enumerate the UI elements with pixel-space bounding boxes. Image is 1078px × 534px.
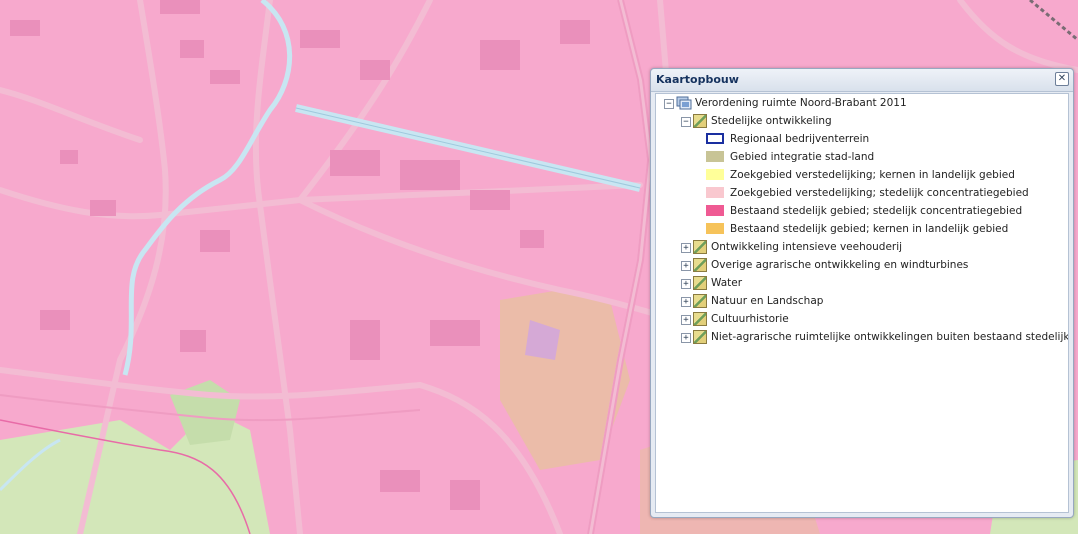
collapse-toggle-icon[interactable]: − xyxy=(681,117,691,127)
layer-panel[interactable]: Kaartopbouw ✕ − Verordening ruimte Noord… xyxy=(650,68,1074,518)
legend-label: Zoekgebied verstedelijking; stedelijk co… xyxy=(730,187,1029,199)
tree-node-label[interactable]: Cultuurhistorie xyxy=(711,313,789,325)
tree-node-label[interactable]: Natuur en Landschap xyxy=(711,295,823,307)
legend-swatch xyxy=(706,133,724,144)
legend-label: Bestaand stedelijk gebied; stedelijk con… xyxy=(730,205,1023,217)
layer-group-icon xyxy=(676,96,692,110)
tree-node-label[interactable]: Overige agrarische ontwikkeling en windt… xyxy=(711,259,968,271)
legend-label: Regionaal bedrijventerrein xyxy=(730,133,870,145)
legend-label: Zoekgebied verstedelijking; kernen in la… xyxy=(730,169,1015,181)
expand-toggle-icon[interactable]: + xyxy=(681,243,691,253)
expand-toggle-icon[interactable]: + xyxy=(681,315,691,325)
close-button[interactable]: ✕ xyxy=(1055,72,1069,86)
tree-node-label[interactable]: Niet-agrarische ruimtelijke ontwikkeling… xyxy=(711,331,1068,343)
expand-toggle-icon[interactable]: + xyxy=(681,279,691,289)
legend-label: Bestaand stedelijk gebied; kernen in lan… xyxy=(730,223,1009,235)
tree-node-label[interactable]: Verordening ruimte Noord-Brabant 2011 xyxy=(695,97,907,109)
layer-icon xyxy=(693,330,707,344)
layer-icon xyxy=(693,276,707,290)
tree-node-label[interactable]: Water xyxy=(711,277,742,289)
expand-toggle-icon[interactable]: + xyxy=(681,297,691,307)
legend-swatch xyxy=(706,151,724,162)
collapse-toggle-icon[interactable]: − xyxy=(664,99,674,109)
expand-toggle-icon[interactable]: + xyxy=(681,261,691,271)
layer-icon xyxy=(693,294,707,308)
layer-icon xyxy=(693,258,707,272)
legend-swatch xyxy=(706,187,724,198)
layer-icon xyxy=(693,312,707,326)
tree-node-label[interactable]: Stedelijke ontwikkeling xyxy=(711,115,832,127)
tree-node-label[interactable]: Ontwikkeling intensieve veehouderij xyxy=(711,241,902,253)
layer-icon xyxy=(693,114,707,128)
legend-swatch xyxy=(706,223,724,234)
layer-tree-container[interactable]: − Verordening ruimte Noord-Brabant 2011 … xyxy=(655,93,1069,513)
panel-header[interactable]: Kaartopbouw ✕ xyxy=(651,69,1073,92)
panel-title: Kaartopbouw xyxy=(656,73,739,86)
layer-icon xyxy=(693,240,707,254)
legend-swatch xyxy=(706,169,724,180)
legend-label: Gebied integratie stad-land xyxy=(730,151,875,163)
legend-swatch xyxy=(706,205,724,216)
expand-toggle-icon[interactable]: + xyxy=(681,333,691,343)
